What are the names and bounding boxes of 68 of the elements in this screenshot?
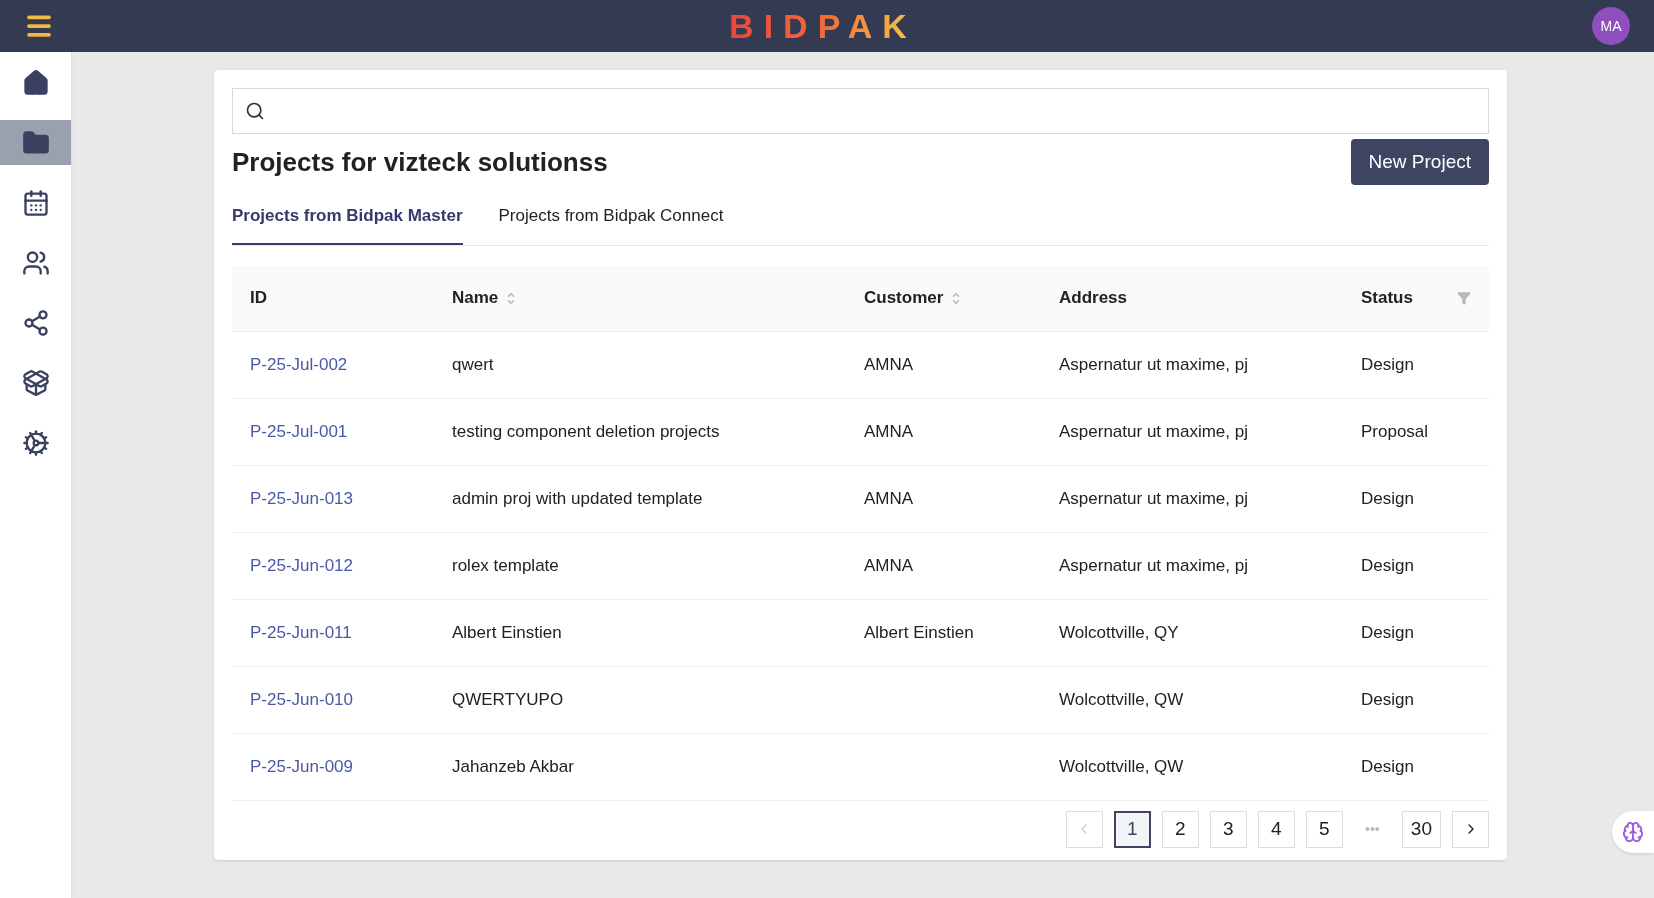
table-cell: Proposal [1361,421,1429,441]
table-row[interactable]: P-25-Jul-002 qwert AMNA Aspernatur ut maxime, pj Design [232,331,1489,399]
table-row[interactable]: P-25-Jun-010 QWERTYUPO Wolcottville, QW Design [232,666,1489,734]
table-cell: Albert Einstien [864,622,974,642]
table-row[interactable]: P-25-Jun-011 Albert Einstien Albert Einstien Wolcottville, QY Design [232,599,1489,667]
network-icon [21,308,50,337]
table-cell: Design [1361,689,1414,709]
table-row[interactable]: P-25-Jun-012 rolex template AMNA Aspernatur ut maxime, pj Design [232,532,1489,600]
page-button[interactable]: 5 [1305,810,1343,848]
column-header: Name [452,287,499,310]
project-id-link[interactable]: P-25-Jun-011 [250,622,352,642]
project-id-link[interactable]: P-25-Jul-001 [250,421,348,441]
table-cell: Aspernatur ut maxime, pj [1059,555,1248,575]
table-cell: AMNA [864,354,914,374]
project-id-link[interactable]: P-25-Jun-013 [250,488,353,508]
table-cell: Design [1361,756,1414,776]
column-header: Customer [864,287,944,310]
table-cell: Aspernatur ut maxime, pj [1059,488,1248,508]
table-cell: AMNA [864,555,914,575]
pagination-ellipsis: ••• [1364,819,1381,839]
table-cell: AMNA [864,488,914,508]
table-cell: Aspernatur ut maxime, pj [1059,421,1248,441]
brain-icon [1622,821,1644,843]
table-cell: admin proj with updated template [452,488,703,508]
folder-icon [21,128,50,157]
column-header: Status [1361,287,1413,310]
project-id-link[interactable]: P-25-Jul-002 [250,354,348,374]
assistant-button[interactable] [1612,811,1654,853]
table-cell: Albert Einstien [452,622,562,642]
calendar-icon [21,188,50,217]
page-button[interactable]: 4 [1257,810,1295,848]
table-cell: Wolcottville, QY [1059,622,1179,642]
page-button[interactable]: 2 [1161,810,1199,848]
table-cell: Design [1361,354,1414,374]
table-cell: qwert [452,354,494,374]
tab[interactable]: Projects from Bidpak Master [232,203,463,245]
table-row[interactable]: P-25-Jun-009 Jahanzeb Akbar Wolcottville, QW Design [232,733,1489,801]
table-cell: Wolcottville, QW [1059,689,1184,709]
project-id-link[interactable]: P-25-Jun-012 [250,555,353,575]
table-row[interactable]: P-25-Jun-013 admin proj with updated template AMNA Aspernatur ut maxime, pj Design [232,465,1489,533]
user-avatar[interactable]: MA [1592,7,1630,45]
column-header: ID [250,287,267,310]
table-cell: Design [1361,488,1414,508]
table-cell: Design [1361,555,1414,575]
page-button[interactable]: 1 [1113,810,1151,848]
page-button[interactable]: 30 [1401,810,1441,848]
settings-icon [21,428,50,457]
table-cell: AMNA [864,421,914,441]
table-cell: QWERTYUPO [452,689,564,709]
search-field[interactable] [232,88,1489,134]
table-row[interactable]: P-25-Jul-001 testing component deletion projects AMNA Aspernatur ut maxime, pj Proposal [232,398,1489,466]
new-project-button[interactable]: New Project [1350,139,1489,185]
table-cell: Jahanzeb Akbar [452,756,574,776]
people-icon [21,248,50,277]
box-icon [21,368,50,397]
home-icon [21,68,50,97]
table-cell: Design [1361,622,1414,642]
table-cell: Wolcottville, QW [1059,756,1184,776]
search-icon [245,101,265,121]
tab[interactable]: Projects from Bidpak Connect [498,203,724,245]
table-cell: testing component deletion projects [452,421,720,441]
project-id-link[interactable]: P-25-Jun-009 [250,756,353,776]
project-id-link[interactable]: P-25-Jun-010 [250,689,353,709]
table-cell: Aspernatur ut maxime, pj [1059,354,1248,374]
page-button[interactable]: 3 [1209,810,1247,848]
page-title: Projects for vizteck solutionss [232,145,608,179]
table-cell: rolex template [452,555,559,575]
column-header: Address [1059,287,1128,310]
